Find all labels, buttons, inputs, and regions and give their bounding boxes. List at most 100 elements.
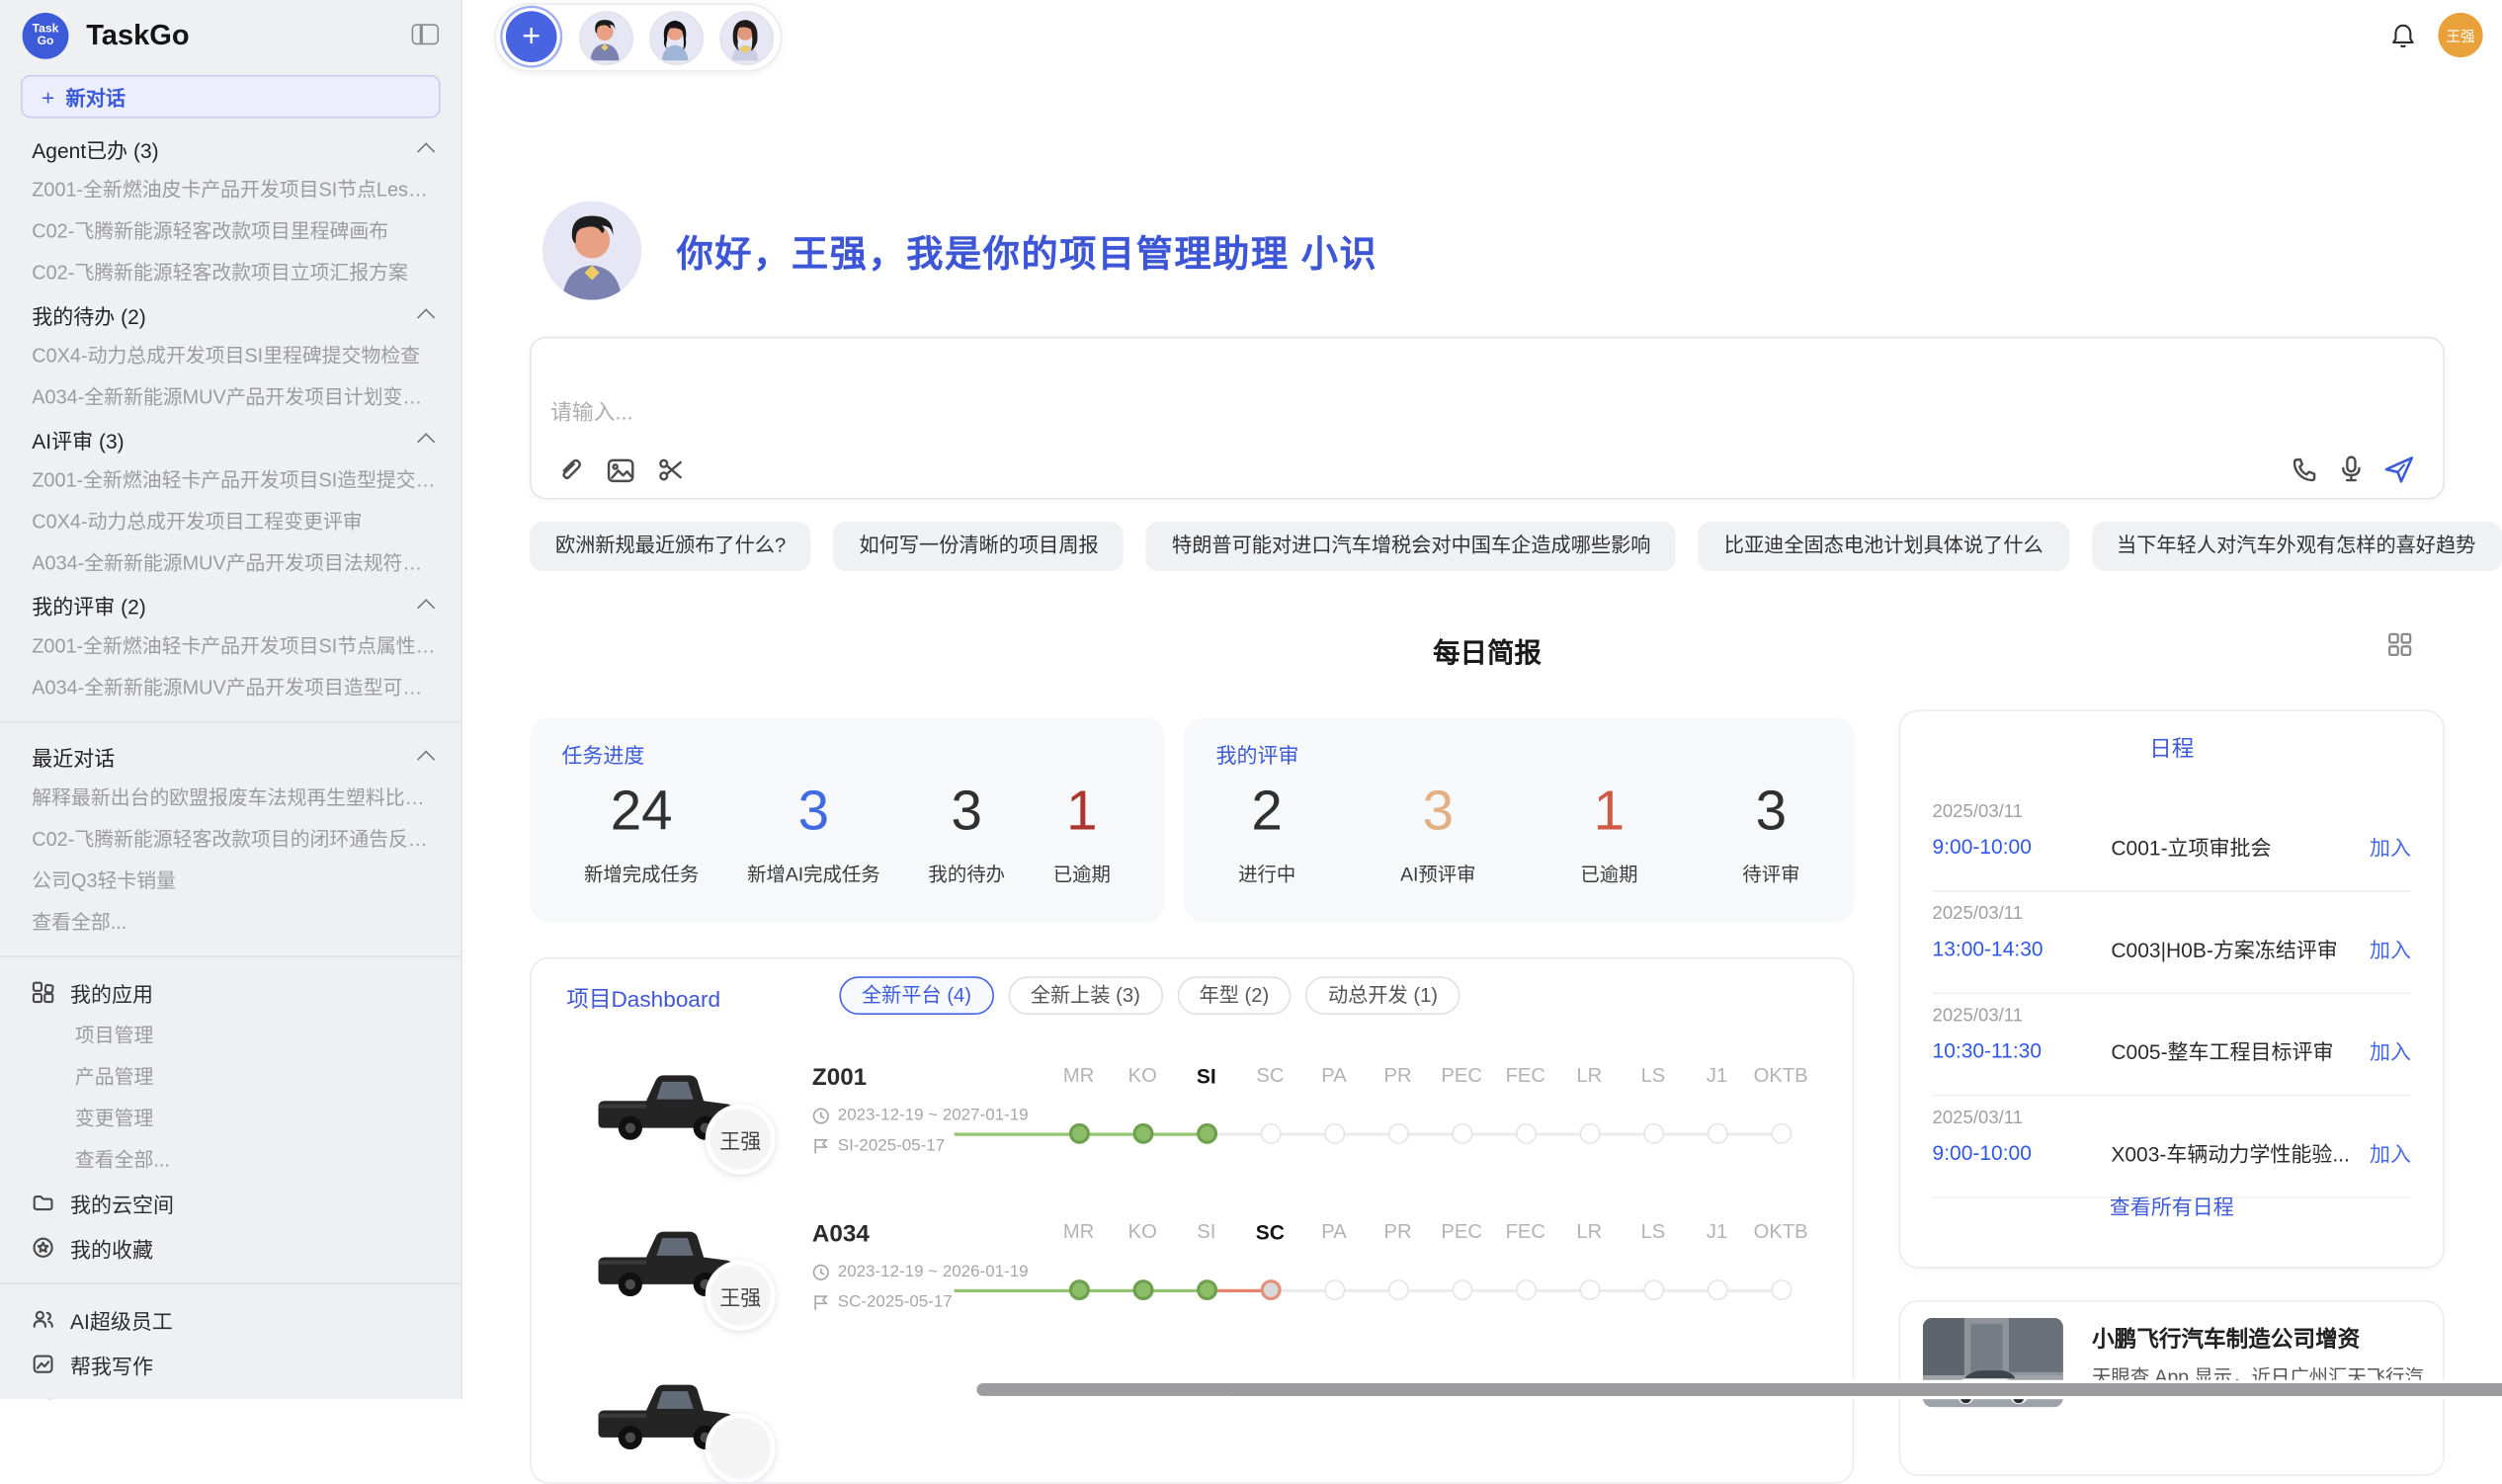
sidebar-item[interactable]: A034-全新新能源MUV产品开发项目计划变更表编写 [0,376,461,418]
chat-avatar-2[interactable] [649,11,704,65]
sidebar-item-cloud-space[interactable]: 我的云空间 [0,1181,461,1225]
sidebar-item[interactable]: A034-全新新能源MUV产品开发项目法规符合性评审 [0,542,461,584]
stat-label: 进行中 [1238,860,1295,886]
stat-label: AI预评审 [1400,860,1475,886]
section-header-agent-done[interactable]: Agent已办 (3) [0,127,461,169]
project-dates-text: 2023-12-19 ~ 2027-01-19 [838,1106,1029,1124]
milestone-label: MR [1063,1064,1094,1087]
sidebar-item[interactable]: A034-全新新能源MUV产品开发项目造型可行性评审 [0,667,461,708]
section-title: 最近对话 [32,741,115,772]
scissors-icon[interactable] [657,456,684,483]
milestone-dot [1452,1279,1472,1300]
scrollbar-thumb[interactable] [976,1383,2502,1396]
section-header-ai-review[interactable]: AI评审 (3) [0,418,461,459]
section-header-my-review[interactable]: 我的评审 (2) [0,584,461,625]
sidebar-item-help-write[interactable]: 帮我写作 [0,1342,461,1386]
sidebar-item-my-apps[interactable]: 我的应用 [0,970,461,1015]
chevron-up-icon[interactable] [417,307,435,325]
star-icon [32,1236,54,1259]
view-all-schedule-link[interactable]: 查看所有日程 [1900,1191,2443,1221]
sidebar-item-creative-draw[interactable]: 创意制图 [0,1386,461,1399]
recent-chat-item[interactable]: 解释最新出台的欧盟报废车法规再生塑料比例被调至15%... [0,777,461,818]
attachment-icon[interactable] [557,456,584,483]
app-link-change-mgmt[interactable]: 变更管理 [0,1098,461,1139]
section-header-my-todo[interactable]: 我的待办 (2) [0,293,461,335]
new-session-button[interactable]: + [506,11,557,62]
greeting-text: 你好，王强，我是你的项目管理助理 小识 [677,223,1378,278]
sidebar-item[interactable]: C02-飞腾新能源轻客改款项目里程碑画布 [0,210,461,252]
suggestion-chip[interactable]: 特朗普可能对进口汽车增税会对中国车企造成哪些影响 [1146,522,1676,571]
image-icon[interactable] [607,457,635,483]
event-time: 9:00-10:00 [1933,1141,2112,1165]
notification-bell-icon[interactable] [2390,22,2416,48]
stat-value: 3 [928,776,1005,849]
milestone-date-text: SC-2025-05-17 [838,1292,953,1311]
recent-chat-item[interactable]: 公司Q3轻卡销量 [0,860,461,901]
project-row-z001[interactable]: 王强 Z001 2023-12-19 ~ 2027-01-19 SI-2025-… [532,1051,1855,1204]
stat-value: 1 [1053,776,1111,849]
filter-tab-new-platform[interactable]: 全新平台 (4) [839,976,993,1015]
chat-avatar-3[interactable] [719,11,774,65]
sidebar-item-favorites[interactable]: 我的收藏 [0,1225,461,1270]
stat-my-todo: 3 我的待办 [928,776,1005,887]
milestone-dot [1579,1279,1600,1300]
milestone-dot-done [1132,1279,1153,1300]
writing-icon [32,1353,54,1375]
sidebar-item[interactable]: Z001-全新燃油轻卡产品开发项目SI节点属性5D文件评审 [0,625,461,667]
join-button[interactable]: 加入 [2370,1035,2411,1066]
recent-chat-item[interactable]: C02-飞腾新能源轻客改款项目的闭环通告反馈情况 [0,818,461,860]
milestone-dot [1323,1123,1344,1144]
new-chat-button[interactable]: + 新对话 [21,75,441,119]
user-avatar[interactable]: 王强 [2438,13,2482,57]
sidebar-item[interactable]: Z001-全新燃油轻卡产品开发项目SI造型提交物评审 [0,459,461,501]
filter-tab-powertrain[interactable]: 动总开发 (1) [1305,976,1460,1015]
app-link-product-mgmt[interactable]: 产品管理 [0,1056,461,1098]
chevron-up-icon[interactable] [417,141,435,159]
suggestion-chip[interactable]: 当下年轻人对汽车外观有怎样的喜好趋势 [2091,522,2501,571]
filter-tab-model-year[interactable]: 年型 (2) [1177,976,1292,1015]
suggestion-chip[interactable]: 如何写一份清晰的项目周报 [834,522,1125,571]
chevron-up-icon[interactable] [417,598,435,616]
section-title: 我的待办 (2) [32,299,145,330]
sidebar-item[interactable]: Z001-全新燃油皮卡产品开发项目SI节点Lesson Learn报告 [0,169,461,210]
app-title: TaskGo [86,19,189,52]
suggestion-chip[interactable]: 欧洲新规最近颁布了什么? [530,522,811,571]
microphone-icon[interactable] [2339,454,2363,483]
sidebar-item[interactable]: C0X4-动力总成开发项目工程变更评审 [0,501,461,542]
sidebar-item-ai-staff[interactable]: AI超级员工 [0,1297,461,1342]
app-link-project-mgmt[interactable]: 项目管理 [0,1015,461,1056]
event-name: C003|H0B-方案冻结评审 [2111,934,2370,964]
message-composer[interactable] [530,337,2445,500]
join-button[interactable]: 加入 [2370,934,2411,964]
view-all-chats-link[interactable]: 查看全部... [0,901,461,943]
layout-grid-icon[interactable] [2387,631,2413,657]
sidebar-item[interactable]: C0X4-动力总成开发项目SI里程碑提交物检查 [0,335,461,376]
section-header-recent-chats[interactable]: 最近对话 [0,735,461,777]
view-all-apps-link[interactable]: 查看全部... [0,1139,461,1181]
event-name: C001-立项审批会 [2111,831,2370,862]
filter-tab-new-upfit[interactable]: 全新上装 (3) [1008,976,1162,1015]
sidebar-item[interactable]: C02-飞腾新能源轻客改款项目立项汇报方案 [0,252,461,293]
assistant-avatar [542,201,641,299]
chat-avatar-1[interactable] [579,11,633,65]
join-button[interactable]: 加入 [2370,831,2411,862]
send-icon[interactable] [2384,455,2415,482]
project-row-a034[interactable]: 王强 A034 2023-12-19 ~ 2026-01-19 SC-2025-… [532,1207,1855,1360]
chevron-up-icon[interactable] [417,432,435,450]
milestone-label: J1 [1707,1220,1727,1243]
join-button[interactable]: 加入 [2370,1137,2411,1168]
sidebar-collapse-icon[interactable] [412,24,439,44]
milestone-label: OKTB [1754,1220,1808,1243]
dashboard-title: 项目Dashboard [566,983,720,1015]
milestone-label: PA [1321,1064,1346,1087]
topbar-right: 王强 [2390,13,2483,57]
phone-icon[interactable] [2292,455,2318,482]
project-dates: 2023-12-19 ~ 2026-01-19 [812,1262,1029,1280]
milestone-label: KO [1128,1220,1157,1243]
chevron-up-icon[interactable] [417,750,435,768]
message-input[interactable] [547,399,1990,426]
milestone-dot [1515,1279,1536,1300]
section-title: AI评审 (3) [32,424,124,454]
suggestion-chip[interactable]: 比亚迪全固态电池计划具体说了什么 [1699,522,2069,571]
stat-label: 我的待办 [928,860,1005,886]
